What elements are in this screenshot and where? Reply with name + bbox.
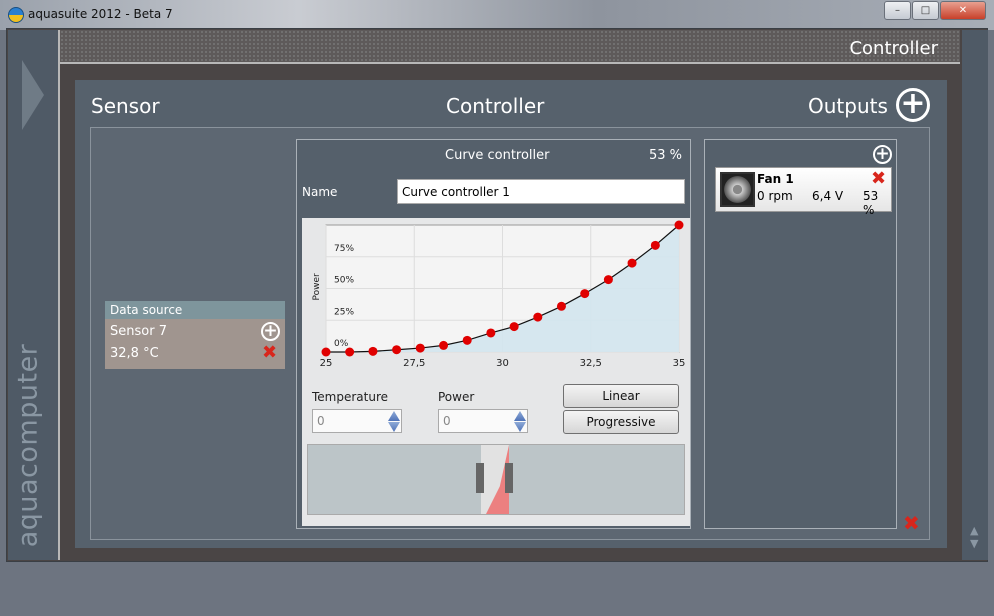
- outputs-card: + Fan 1 0 rpm 6,4 V 53 % ✖: [704, 139, 897, 529]
- add-source-icon[interactable]: +: [261, 322, 280, 341]
- temperature-label: Temperature: [312, 390, 389, 404]
- curve-controller-card: Curve controller 53 % Name 25 27,5 30 32,5 3…: [296, 139, 691, 529]
- brand-logo: aquacomputer: [12, 343, 44, 548]
- name-input[interactable]: [397, 179, 685, 204]
- curve-point[interactable]: [509, 322, 519, 332]
- curve-point[interactable]: [674, 220, 684, 230]
- x-tick-label: 32,5: [580, 358, 602, 368]
- minimize-button[interactable]: –: [884, 1, 911, 20]
- sidebar[interactable]: aquacomputer: [8, 30, 58, 560]
- fan-rpm: 0 rpm: [757, 189, 793, 203]
- power-input[interactable]: 0: [438, 409, 528, 433]
- page-title: Controller: [849, 38, 938, 59]
- y-tick-label: 0%: [334, 339, 349, 349]
- controller-heading: Controller: [446, 94, 545, 118]
- curve-point[interactable]: [580, 289, 590, 299]
- curve-chart[interactable]: 25 27,5 30 32,5 35 0% 25% 50% 75% Power: [302, 218, 690, 368]
- data-source-header: Data source: [105, 301, 285, 319]
- controller-type: Curve controller: [445, 148, 550, 163]
- expand-arrow-icon[interactable]: [22, 60, 44, 130]
- name-label: Name: [302, 185, 338, 199]
- progressive-button[interactable]: Progressive: [563, 410, 679, 434]
- x-tick-label: 27,5: [403, 358, 425, 368]
- window-title: aquasuite 2012 - Beta 7: [28, 7, 173, 21]
- page-header-bar: [60, 30, 960, 64]
- curve-point[interactable]: [439, 340, 449, 350]
- curve-point[interactable]: [533, 312, 543, 322]
- sensor-name: Sensor 7: [110, 324, 167, 339]
- delete-controller-icon[interactable]: ✖: [903, 513, 920, 533]
- curve-point[interactable]: [603, 275, 613, 285]
- add-output-button[interactable]: +: [896, 88, 930, 122]
- y-tick-label: 75%: [334, 244, 354, 254]
- x-tick-label: 35: [673, 358, 686, 368]
- fan-name: Fan 1: [757, 172, 794, 186]
- curve-point[interactable]: [321, 347, 331, 357]
- curve-point[interactable]: [368, 346, 378, 356]
- curve-point[interactable]: [650, 240, 660, 250]
- range-slider[interactable]: [307, 444, 685, 515]
- fan-voltage: 6,4 V: [812, 189, 844, 203]
- maximize-button[interactable]: □: [912, 1, 939, 20]
- fan-power: 53 %: [863, 189, 879, 217]
- curve-point[interactable]: [345, 347, 355, 357]
- sensor-heading: Sensor: [91, 94, 160, 118]
- divider: [58, 30, 60, 560]
- x-tick-label: 30: [496, 358, 509, 368]
- curve-point[interactable]: [486, 328, 496, 338]
- linear-button[interactable]: Linear: [563, 384, 679, 408]
- range-handle-left[interactable]: [476, 463, 484, 493]
- curve-editor: 25 27,5 30 32,5 35 0% 25% 50% 75% Power Temperatu…: [302, 218, 690, 526]
- fan-icon: [720, 172, 755, 207]
- curve-point[interactable]: [415, 343, 425, 353]
- y-tick-label: 25%: [334, 307, 354, 317]
- y-tick-label: 50%: [334, 276, 354, 286]
- range-handle-right[interactable]: [505, 463, 513, 493]
- curve-point[interactable]: [627, 258, 637, 268]
- scrollbar[interactable]: ▲ ▼: [962, 30, 988, 560]
- curve-point[interactable]: [556, 301, 566, 311]
- remove-source-icon[interactable]: ✖: [262, 344, 277, 362]
- app-icon: [8, 7, 24, 23]
- add-fan-icon[interactable]: +: [873, 145, 892, 164]
- controller-power: 53 %: [649, 148, 683, 163]
- scroll-arrows-icon[interactable]: ▲ ▼: [970, 524, 978, 550]
- curve-point[interactable]: [392, 345, 402, 355]
- y-axis-label: Power: [312, 273, 322, 301]
- sensor-value: 32,8 °C: [110, 346, 159, 361]
- power-label: Power: [438, 390, 475, 404]
- remove-fan-icon[interactable]: ✖: [871, 170, 886, 188]
- temperature-input[interactable]: 0: [312, 409, 402, 433]
- x-tick-label: 25: [320, 358, 333, 368]
- data-source-card[interactable]: Data source Sensor 7 32,8 °C + ✖: [105, 301, 285, 369]
- curve-point[interactable]: [462, 335, 472, 345]
- fan-output-item[interactable]: Fan 1 0 rpm 6,4 V 53 % ✖: [715, 167, 892, 217]
- close-button[interactable]: ✕: [940, 1, 986, 20]
- outputs-heading: Outputs: [808, 94, 888, 118]
